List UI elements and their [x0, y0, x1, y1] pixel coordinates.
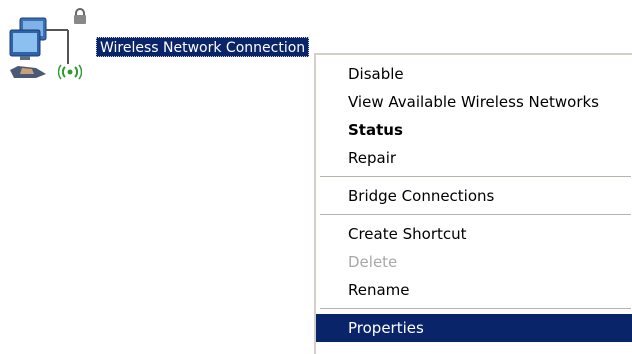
wireless-signal-icon [58, 64, 82, 80]
lock-icon [74, 8, 86, 24]
context-menu: Disable View Available Wireless Networks… [315, 54, 632, 354]
menu-item-disable[interactable]: Disable [316, 60, 632, 88]
menu-separator [316, 172, 632, 182]
network-connection-icon[interactable] [6, 4, 92, 88]
menu-item-view-available-wireless-networks[interactable]: View Available Wireless Networks [316, 88, 632, 116]
network-connection-label[interactable]: Wireless Network Connection [96, 37, 310, 57]
menu-item-bridge-connections[interactable]: Bridge Connections [316, 182, 632, 210]
menu-item-properties[interactable]: Properties [316, 314, 632, 342]
menu-item-rename[interactable]: Rename [316, 276, 632, 304]
menu-separator [316, 210, 632, 220]
menu-item-status[interactable]: Status [316, 116, 632, 144]
menu-item-create-shortcut[interactable]: Create Shortcut [316, 220, 632, 248]
menu-separator [316, 304, 632, 314]
menu-item-repair[interactable]: Repair [316, 144, 632, 172]
menu-item-delete[interactable]: Delete [316, 248, 632, 276]
